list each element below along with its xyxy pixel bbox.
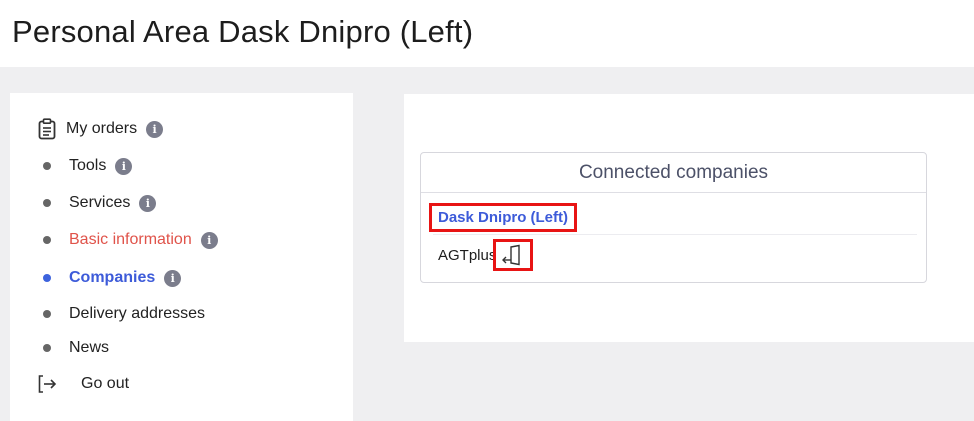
sidebar-item-label: News xyxy=(69,339,110,356)
sidebar-item-label: Tools xyxy=(69,157,107,174)
connected-companies-heading: Connected companies xyxy=(421,153,926,193)
info-icon[interactable]: i xyxy=(139,194,157,212)
info-icon[interactable]: i xyxy=(200,231,218,249)
sidebar-item-my-orders[interactable]: My orders i xyxy=(10,117,164,141)
sidebar-item-news[interactable]: News xyxy=(10,336,109,360)
sidebar: My orders i Tools i Services i Basic inf… xyxy=(10,93,353,421)
info-icon[interactable]: i xyxy=(115,157,133,175)
sidebar-item-label: Basic information xyxy=(69,231,192,248)
connected-companies-box: Connected companies Dask Dnipro (Left) A… xyxy=(420,152,927,283)
sidebar-item-label: Companies xyxy=(69,269,156,286)
page-header: Personal Area Dask Dnipro (Left) xyxy=(0,0,974,67)
bullet-icon xyxy=(43,310,51,318)
bullet-icon xyxy=(43,162,51,170)
company-row-current: Dask Dnipro (Left) xyxy=(429,202,578,232)
sidebar-item-companies[interactable]: Companies i xyxy=(10,266,182,290)
companies-panel: Connected companies Dask Dnipro (Left) A… xyxy=(404,94,974,342)
company-name: AGTplus xyxy=(438,246,497,264)
sidebar-item-label: My orders xyxy=(66,120,138,137)
sidebar-item-go-out[interactable]: Go out xyxy=(10,372,129,396)
sidebar-item-label: Go out xyxy=(81,375,130,392)
info-icon[interactable]: i xyxy=(164,269,182,287)
bullet-icon xyxy=(43,236,51,244)
sidebar-item-label: Delivery addresses xyxy=(69,305,206,322)
row-divider xyxy=(433,234,917,235)
clipboard-icon xyxy=(38,118,56,140)
door-exit-icon xyxy=(502,244,524,266)
company-row-other: AGTplus xyxy=(432,239,534,271)
bullet-icon xyxy=(43,274,51,282)
sidebar-item-tools[interactable]: Tools i xyxy=(10,154,133,178)
info-icon[interactable]: i xyxy=(146,120,164,138)
switch-company-button[interactable] xyxy=(493,239,534,271)
logout-icon xyxy=(37,374,57,394)
bullet-icon xyxy=(43,199,51,207)
current-company-link[interactable]: Dask Dnipro (Left) xyxy=(429,202,578,232)
sidebar-item-services[interactable]: Services i xyxy=(10,191,157,215)
bullet-icon xyxy=(43,344,51,352)
page-title: Personal Area Dask Dnipro (Left) xyxy=(12,14,474,49)
sidebar-item-basic-information[interactable]: Basic information i xyxy=(10,228,218,252)
sidebar-item-delivery-addresses[interactable]: Delivery addresses xyxy=(10,302,205,326)
sidebar-item-label: Services xyxy=(69,194,131,211)
